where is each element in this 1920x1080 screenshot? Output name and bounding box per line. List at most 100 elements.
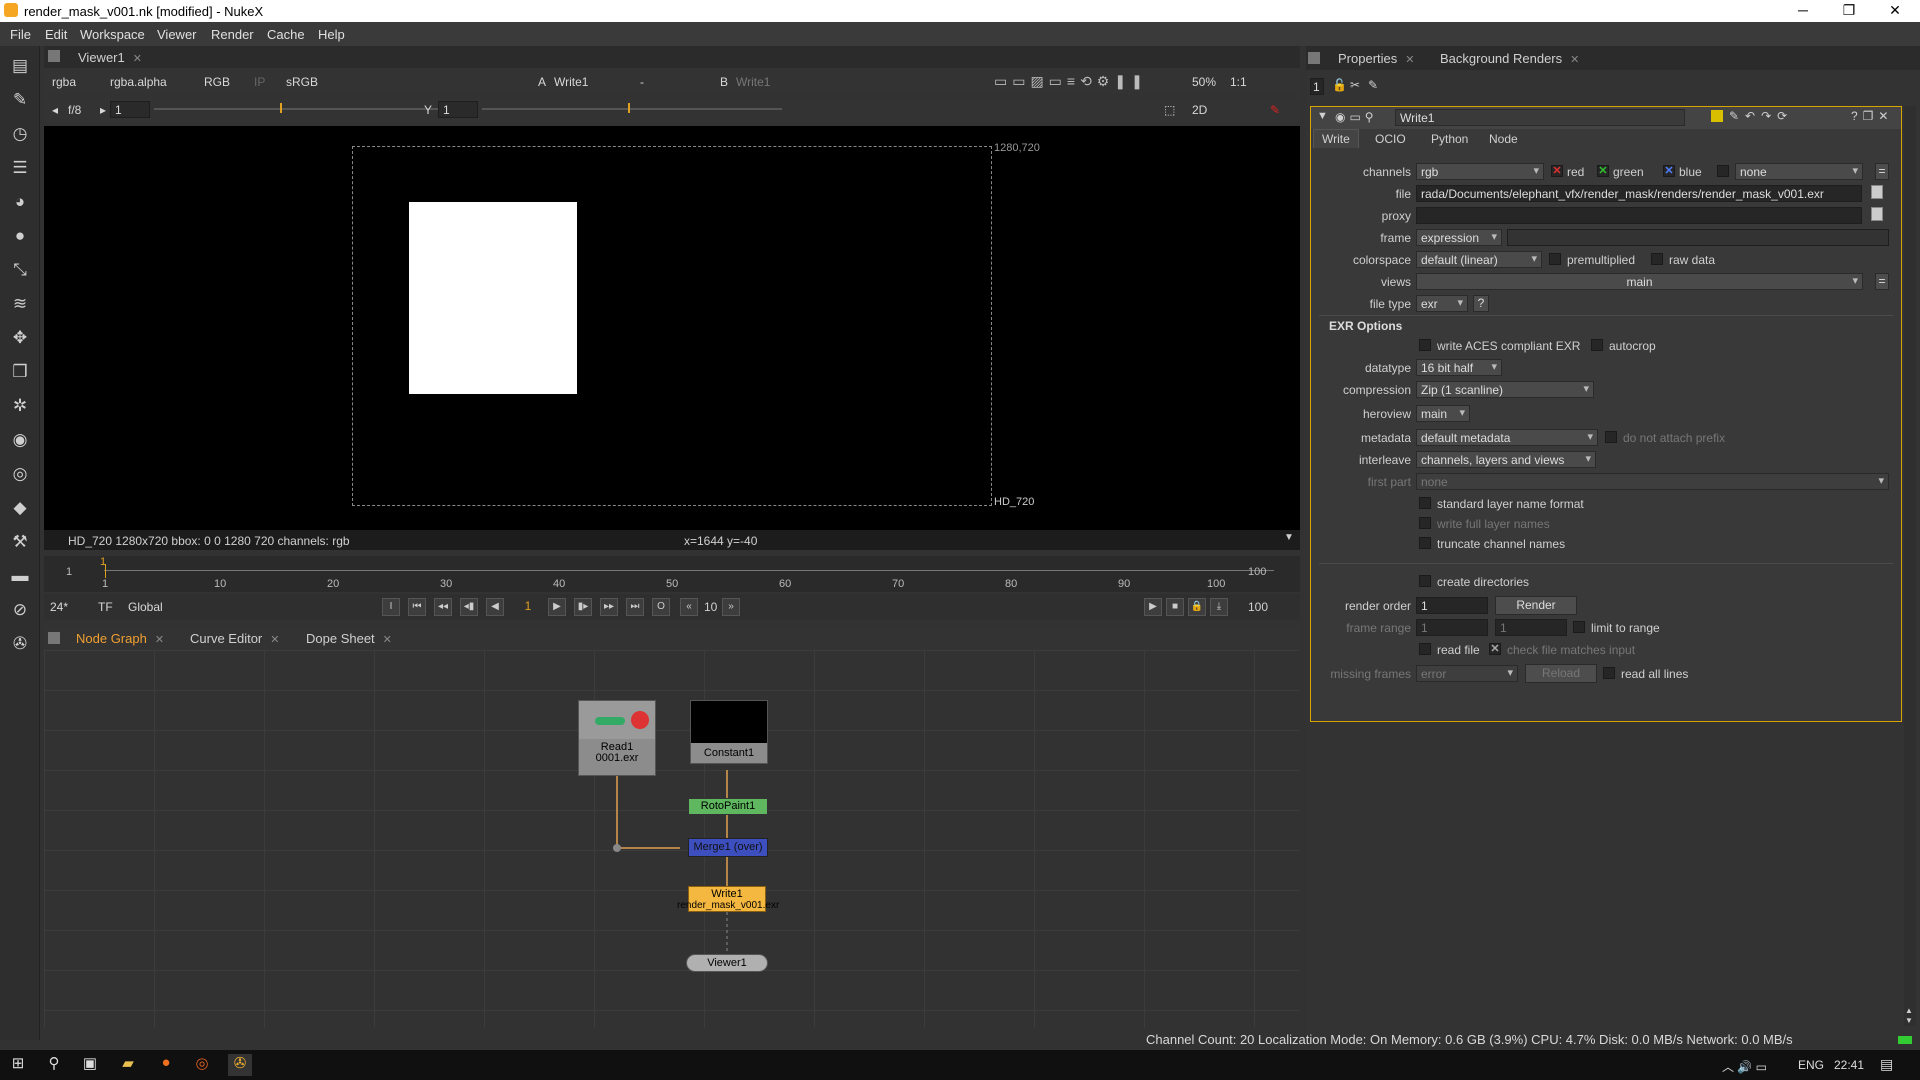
fps-dropdown[interactable]: 24* — [50, 600, 68, 614]
pane-menu-icon[interactable] — [48, 632, 60, 644]
color-icon[interactable]: ◕ — [8, 190, 32, 214]
gain-slider-handle[interactable] — [280, 103, 282, 113]
gamma-slider[interactable] — [482, 108, 782, 110]
channel-icon[interactable]: ☰ — [8, 156, 32, 180]
menu-render[interactable]: Render — [211, 27, 254, 42]
tab-viewer1[interactable]: Viewer1 ✕ — [78, 50, 142, 65]
flipbook-button[interactable]: ▶ — [1144, 598, 1162, 616]
menu-viewer[interactable]: Viewer — [157, 27, 197, 42]
green-checkbox[interactable]: ✕ — [1597, 165, 1609, 177]
deep-icon[interactable]: ◉ — [8, 428, 32, 452]
ip-button[interactable]: IP — [254, 75, 265, 89]
houdini-icon[interactable]: ◎ — [190, 1054, 214, 1076]
node-read1[interactable]: Read1 0001.exr — [578, 700, 656, 776]
proxy-input[interactable] — [1416, 207, 1862, 224]
render-button[interactable]: Render — [1495, 596, 1577, 615]
file-type-dropdown[interactable]: exr — [1416, 295, 1468, 312]
toolsets-icon[interactable]: ⚒ — [8, 530, 32, 554]
extra-channel-dropdown[interactable]: none — [1735, 163, 1863, 180]
alpha-dropdown[interactable]: rgba.alpha — [110, 75, 167, 89]
tab-write[interactable]: Write — [1313, 129, 1359, 148]
no-prefix-checkbox[interactable] — [1605, 431, 1617, 443]
interleave-dropdown[interactable]: channels, layers and views — [1416, 451, 1596, 468]
read-all-checkbox[interactable] — [1603, 667, 1615, 679]
menu-file[interactable]: File — [10, 27, 31, 42]
panel-action-icons[interactable]: ✎↶↷⟳ — [1729, 109, 1793, 123]
task-view-icon[interactable]: ▣ — [78, 1054, 102, 1076]
blue-checkbox[interactable]: ✕ — [1663, 165, 1675, 177]
create-dirs-checkbox[interactable] — [1419, 575, 1431, 587]
menu-edit[interactable]: Edit — [45, 27, 67, 42]
pane-menu-icon[interactable] — [48, 50, 60, 62]
transform-icon[interactable]: ✥ — [8, 326, 32, 350]
collapse-icon[interactable]: ▼ — [1317, 110, 1328, 122]
in-point-button[interactable]: I — [382, 598, 400, 616]
panel-tool-icons[interactable]: ◉▭⚲ — [1335, 110, 1378, 124]
play-backward-button[interactable]: ◀ — [486, 598, 504, 616]
menu-help[interactable]: Help — [318, 27, 345, 42]
props-scrollbar[interactable]: ▲ ▼ — [1904, 106, 1916, 1026]
limit-range-checkbox[interactable] — [1573, 621, 1585, 633]
close-icon[interactable]: ✕ — [383, 634, 392, 646]
truncate-checkbox[interactable] — [1419, 537, 1431, 549]
close-icon[interactable]: ✕ — [133, 53, 142, 65]
nuke-taskbar-icon[interactable]: ✇ — [228, 1054, 252, 1076]
range-start-input[interactable]: 1 — [1416, 619, 1488, 636]
metadata-dropdown[interactable]: default metadata — [1416, 429, 1598, 446]
node-graph-canvas[interactable]: Read1 0001.exr Constant1 RotoPaint1 Merg… — [44, 650, 1300, 1028]
scope-dropdown[interactable]: Global — [128, 600, 163, 614]
node-merge1[interactable]: Merge1 (over) — [688, 838, 768, 857]
draw-icon[interactable]: ✎ — [8, 88, 32, 112]
firefox-icon[interactable]: ● — [154, 1054, 178, 1076]
out-point-button[interactable]: O — [652, 598, 670, 616]
last-frame-button[interactable]: ⏭ — [626, 598, 644, 616]
channels-link-button[interactable]: = — [1875, 163, 1889, 180]
node-viewer1[interactable]: Viewer1 — [686, 954, 768, 972]
view-mode-dropdown[interactable]: 2D — [1192, 103, 1207, 117]
minimize-button[interactable]: ─ — [1780, 0, 1826, 22]
file-path-input[interactable]: rada/Documents/elephant_vfx/render_mask/… — [1416, 185, 1862, 202]
node-constant1[interactable]: Constant1 — [690, 700, 768, 764]
channels-dropdown[interactable]: rgba — [52, 75, 76, 89]
help-button[interactable]: ? — [1473, 295, 1489, 312]
full-layer-checkbox[interactable] — [1419, 517, 1431, 529]
tray-icons[interactable]: ︿ 🔊 ▭ — [1722, 1058, 1767, 1075]
display-dropdown[interactable]: RGB — [204, 75, 230, 89]
node-write1[interactable]: Write1 render_mask_v001.exr — [677, 886, 779, 912]
close-button[interactable]: ✕ — [1872, 0, 1918, 22]
lut-dropdown[interactable]: sRGB — [286, 75, 318, 89]
red-checkbox[interactable]: ✕ — [1551, 165, 1563, 177]
tab-properties[interactable]: Properties ✕ — [1338, 51, 1414, 66]
timeline-track[interactable] — [104, 570, 1274, 571]
viewer-tool-icons[interactable]: ▭▭▨▭≡⟲⚙❚❚ — [994, 73, 1148, 90]
scroll-down-icon[interactable]: ▼ — [1905, 1016, 1913, 1025]
missing-frames-dropdown[interactable]: error — [1416, 665, 1518, 682]
skip-back-button[interactable]: « — [680, 598, 698, 616]
check-file-checkbox[interactable]: ✕ — [1489, 643, 1501, 655]
paint-icon[interactable]: ✎ — [1270, 103, 1280, 117]
tab-curve-editor[interactable]: Curve Editor ✕ — [190, 631, 279, 646]
extra-channel-checkbox[interactable] — [1717, 165, 1729, 177]
pencil-icon[interactable]: ✎ — [1368, 78, 1378, 92]
play-forward-button[interactable]: ▶ — [548, 598, 566, 616]
next-icon[interactable]: ▸ — [100, 103, 106, 117]
tab-background-renders[interactable]: Background Renders ✕ — [1440, 51, 1579, 66]
cache-button[interactable]: ⤓ — [1210, 598, 1228, 616]
channels-dropdown[interactable]: rgb — [1416, 163, 1544, 180]
views-link-button[interactable]: = — [1875, 273, 1889, 290]
maximize-button[interactable]: ❐ — [1826, 0, 1872, 22]
merge-icon[interactable]: ≋ — [8, 292, 32, 316]
tab-node-graph[interactable]: Node Graph ✕ — [76, 631, 164, 646]
reload-button[interactable]: Reload — [1525, 664, 1597, 683]
prev-frame-button[interactable]: ◂▮ — [460, 598, 478, 616]
clock[interactable]: 22:41 — [1834, 1058, 1864, 1072]
node-name-field[interactable]: Write1 — [1395, 109, 1685, 126]
roi-icon[interactable]: ⬚ — [1164, 103, 1175, 117]
other-icon[interactable]: ▬ — [8, 564, 32, 588]
raw-data-checkbox[interactable] — [1651, 253, 1663, 265]
skip-forward-button[interactable]: » — [722, 598, 740, 616]
tf-dropdown[interactable]: TF — [98, 600, 113, 614]
gamma-field[interactable]: 1 — [438, 101, 478, 118]
max-panels-field[interactable]: 1 — [1310, 78, 1324, 95]
time-icon[interactable]: ◷ — [8, 122, 32, 146]
